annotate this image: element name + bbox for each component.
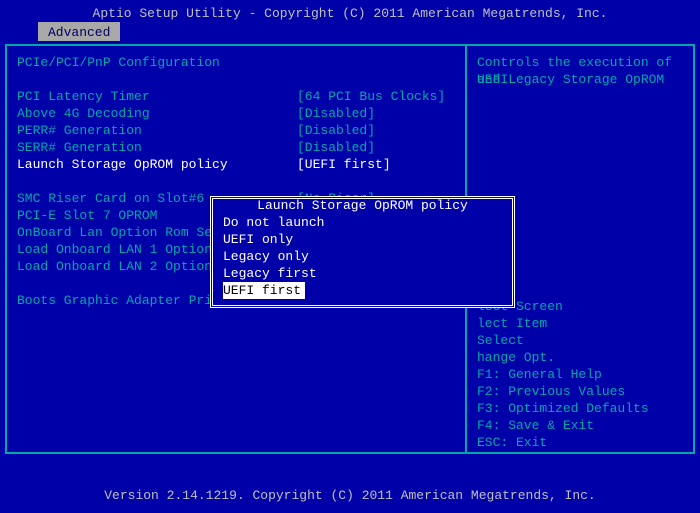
setting-row[interactable]: PERR# Generation[Disabled] bbox=[17, 122, 455, 139]
footer: Version 2.14.1219. Copyright (C) 2011 Am… bbox=[0, 482, 700, 513]
setting-row[interactable]: Launch Storage OpROM policy[UEFI first] bbox=[17, 156, 455, 173]
popup-item[interactable]: UEFI only bbox=[213, 231, 512, 248]
setting-value: [UEFI first] bbox=[297, 156, 455, 173]
setting-label: SERR# Generation bbox=[17, 139, 297, 156]
popup-item-selected[interactable]: UEFI first bbox=[223, 282, 305, 299]
help-key: F3: Optimized Defaults bbox=[477, 400, 683, 417]
setting-row[interactable]: SERR# Generation[Disabled] bbox=[17, 139, 455, 156]
title-bar: Aptio Setup Utility - Copyright (C) 2011… bbox=[0, 0, 700, 22]
popup-item[interactable]: Legacy first bbox=[213, 265, 512, 282]
popup-dialog: Launch Storage OpROM policy Do not launc… bbox=[210, 196, 515, 308]
setting-row[interactable]: Above 4G Decoding[Disabled] bbox=[17, 105, 455, 122]
help-text: and Legacy Storage OpROM bbox=[477, 71, 683, 88]
popup-item[interactable]: Legacy only bbox=[213, 248, 512, 265]
setting-row[interactable]: PCI Latency Timer[64 PCI Bus Clocks] bbox=[17, 88, 455, 105]
setting-value: [Disabled] bbox=[297, 105, 455, 122]
setting-label: PERR# Generation bbox=[17, 122, 297, 139]
help-key: ESC: Exit bbox=[477, 434, 683, 451]
help-key: F2: Previous Values bbox=[477, 383, 683, 400]
help-key: F1: General Help bbox=[477, 366, 683, 383]
help-key: Select bbox=[477, 332, 683, 349]
help-key: hange Opt. bbox=[477, 349, 683, 366]
section-header: PCIe/PCI/PnP Configuration bbox=[17, 54, 455, 71]
setting-label: Above 4G Decoding bbox=[17, 105, 297, 122]
help-key: F4: Save & Exit bbox=[477, 417, 683, 434]
setting-value: [Disabled] bbox=[297, 139, 455, 156]
setting-value: [Disabled] bbox=[297, 122, 455, 139]
help-text: Controls the execution of UEFI bbox=[477, 54, 683, 71]
setting-label: Launch Storage OpROM policy bbox=[17, 156, 297, 173]
tab-advanced[interactable]: Advanced bbox=[38, 22, 120, 41]
popup-title: Launch Storage OpROM policy bbox=[213, 198, 512, 214]
help-key: lect Item bbox=[477, 315, 683, 332]
tab-row: Advanced bbox=[0, 22, 700, 44]
popup-item[interactable]: Do not launch bbox=[213, 214, 512, 231]
setting-label: PCI Latency Timer bbox=[17, 88, 297, 105]
setting-value: [64 PCI Bus Clocks] bbox=[297, 88, 455, 105]
